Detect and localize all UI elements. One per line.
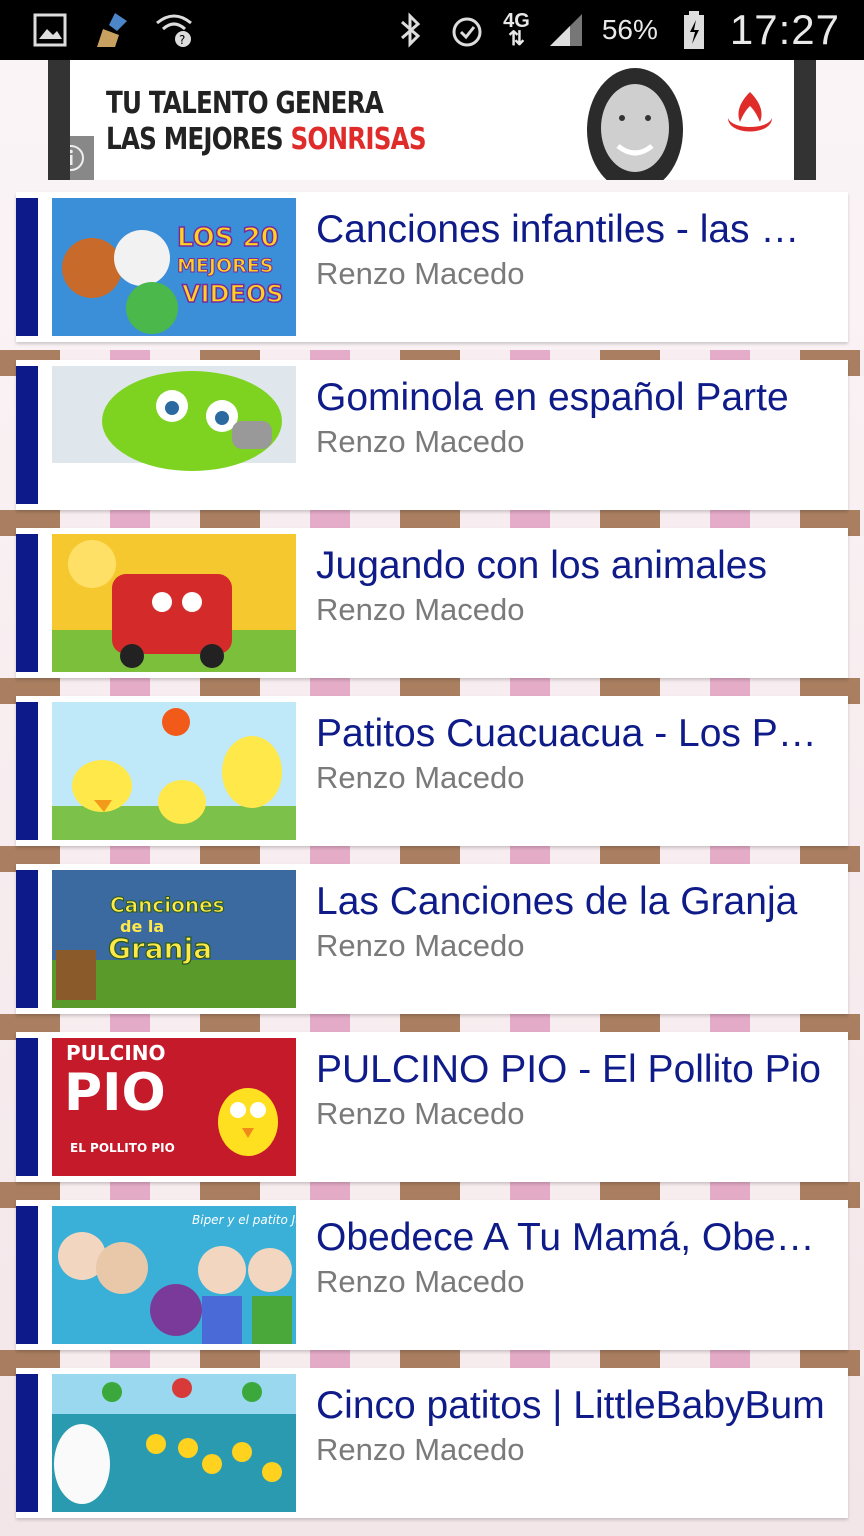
svg-text:Granja: Granja <box>108 932 212 965</box>
signal-icon <box>546 10 586 50</box>
video-author: Renzo Macedo <box>316 1432 525 1467</box>
svg-text:Biper y el patito Juan: Biper y el patito Juan <box>192 1213 296 1227</box>
svg-text:PIO: PIO <box>64 1063 166 1123</box>
svg-text:MEJORES: MEJORES <box>177 255 273 277</box>
video-title: Patitos Cuacuacua - Los Patitos <box>316 712 828 755</box>
svg-text:?: ? <box>179 33 185 47</box>
video-author: Renzo Macedo <box>316 1096 525 1131</box>
clock: 17:27 <box>729 6 840 53</box>
svg-text:EL POLLITO PIO: EL POLLITO PIO <box>70 1141 175 1155</box>
svg-text:Canciones: Canciones <box>110 893 225 917</box>
accent-bar <box>16 534 38 672</box>
status-bar: ? 4G ⇅ 56% 17:27 <box>0 0 864 60</box>
network-type: 4G ⇅ <box>503 10 530 50</box>
video-list: LOS 20 MEJORES VIDEOS Canciones infantil… <box>16 192 848 1536</box>
video-title: Canciones infantiles - las mejores <box>316 208 828 251</box>
video-item[interactable]: Gominola en español Parte Renzo Macedo <box>16 360 848 510</box>
video-author: Renzo Macedo <box>316 256 525 291</box>
accent-bar <box>16 366 38 504</box>
accent-bar <box>16 702 38 840</box>
battery-percent: 56% <box>601 14 658 45</box>
video-title: Obedece A Tu Mamá, Obedece <box>316 1216 828 1259</box>
accent-bar <box>16 1374 38 1512</box>
accent-bar <box>16 1038 38 1176</box>
ad-subline: LAS MEJORES SONRISAS <box>106 122 427 157</box>
video-author: Renzo Macedo <box>316 760 525 795</box>
video-author: Renzo Macedo <box>316 592 525 627</box>
ad-banner[interactable]: TU TALENTO GENERA LAS MEJORES SONRISAS <box>48 60 816 180</box>
wifi-unknown-icon: ? <box>154 10 194 50</box>
accent-bar <box>16 198 38 336</box>
video-thumbnail: PULCINO PIO EL POLLITO PIO <box>52 1038 296 1176</box>
video-thumbnail <box>52 702 296 840</box>
video-item[interactable]: LOS 20 MEJORES VIDEOS Canciones infantil… <box>16 192 848 342</box>
video-item[interactable]: PULCINO PIO EL POLLITO PIO PULCINO PIO -… <box>16 1032 848 1182</box>
video-author: Renzo Macedo <box>316 928 525 963</box>
svg-text:LOS 20: LOS 20 <box>177 223 279 253</box>
video-item[interactable]: Jugando con los animales Renzo Macedo <box>16 528 848 678</box>
bluetooth-icon <box>391 10 431 50</box>
svg-text:PULCINO: PULCINO <box>66 1041 166 1065</box>
video-thumbnail: LOS 20 MEJORES VIDEOS <box>52 198 296 336</box>
video-title: Cinco patitos | LittleBabyBum <box>316 1384 825 1427</box>
gallery-icon <box>30 10 70 50</box>
video-thumbnail <box>52 1374 296 1512</box>
video-thumbnail <box>52 534 296 672</box>
ad-person-photo <box>570 60 700 180</box>
video-item[interactable]: Patitos Cuacuacua - Los Patitos Renzo Ma… <box>16 696 848 846</box>
video-title: Las Canciones de la Granja <box>316 880 798 923</box>
accent-bar <box>16 870 38 1008</box>
svg-text:VIDEOS: VIDEOS <box>182 280 284 308</box>
ad-logo-icon <box>728 92 772 132</box>
video-thumbnail: Biper y el patito Juan <box>52 1206 296 1344</box>
video-author: Renzo Macedo <box>316 1264 525 1299</box>
video-title: Jugando con los animales <box>316 544 767 587</box>
video-item[interactable]: Cinco patitos | LittleBabyBum Renzo Mace… <box>16 1368 848 1518</box>
alarm-icon <box>447 10 487 50</box>
video-thumbnail <box>52 366 296 504</box>
video-thumbnail: Canciones de la Granja <box>52 870 296 1008</box>
video-item[interactable]: Canciones de la Granja Las Canciones de … <box>16 864 848 1014</box>
ad-info-icon[interactable] <box>70 136 94 180</box>
video-author: Renzo Macedo <box>316 424 525 459</box>
battery-icon <box>674 10 714 50</box>
accent-bar <box>16 1206 38 1344</box>
video-item[interactable]: Biper y el patito Juan Obedece A Tu Mamá… <box>16 1200 848 1350</box>
cleaner-icon <box>92 10 132 50</box>
video-title: PULCINO PIO - El Pollito Pio <box>316 1048 821 1091</box>
ad-headline: TU TALENTO GENERA <box>106 86 384 121</box>
video-title: Gominola en español Parte <box>316 376 789 419</box>
